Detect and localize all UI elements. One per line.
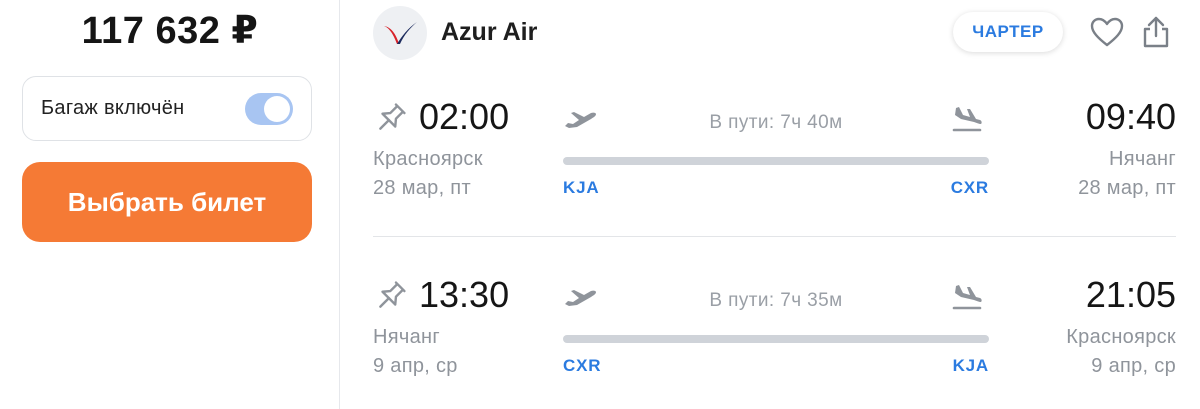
baggage-toggle[interactable]	[245, 92, 293, 125]
airline-logo-icon	[373, 6, 427, 60]
departure-airport-code[interactable]: CXR	[563, 356, 601, 376]
departure-date: 9 апр, ср	[373, 355, 458, 377]
flight-details: Azur Air ЧАРТЕР 02:00 Красноярск 28 мар,…	[341, 0, 1200, 409]
arrival-city: Красноярск	[1066, 326, 1176, 348]
baggage-label: Багаж включён	[41, 97, 185, 119]
arrival-city: Нячанг	[1109, 148, 1176, 170]
departure-time: 13:30	[419, 274, 510, 315]
pin-icon[interactable]	[373, 278, 409, 314]
flight-duration: В пути: 7ч 35м	[709, 290, 843, 311]
arrival-airport-code[interactable]: KJA	[953, 356, 989, 376]
arrival-airport-code[interactable]: CXR	[951, 178, 989, 198]
departure-airport-code[interactable]: KJA	[563, 178, 599, 198]
departure-city: Красноярск	[373, 148, 483, 170]
route-line	[563, 335, 989, 343]
charter-badge: ЧАРТЕР	[953, 12, 1063, 52]
flight-segment-return[interactable]: 13:30 Нячанг 9 апр, ср В пути: 7ч 35м CX…	[373, 270, 1176, 409]
heart-icon[interactable]	[1087, 12, 1127, 52]
share-icon[interactable]	[1136, 12, 1176, 52]
offer-panel: 117 632 ₽ Багаж включён Выбрать билет	[0, 0, 340, 409]
segment-divider	[373, 236, 1176, 237]
flight-duration: В пути: 7ч 40м	[709, 112, 843, 133]
departure-time: 02:00	[419, 96, 510, 137]
flight-segment-outbound[interactable]: 02:00 Красноярск 28 мар, пт В пути: 7ч 4…	[373, 92, 1176, 232]
pin-icon[interactable]	[373, 100, 409, 136]
arrival-date: 9 апр, ср	[1091, 355, 1176, 377]
departure-date: 28 мар, пт	[373, 177, 471, 199]
landing-icon	[951, 106, 983, 134]
landing-icon	[951, 284, 983, 312]
airline-name: Azur Air	[441, 18, 538, 46]
departure-city: Нячанг	[373, 326, 440, 348]
arrival-date: 28 мар, пт	[1078, 177, 1176, 199]
select-ticket-button[interactable]: Выбрать билет	[22, 162, 312, 242]
ticket-price: 117 632 ₽	[81, 10, 259, 52]
baggage-option[interactable]: Багаж включён	[22, 76, 312, 141]
toggle-knob	[264, 95, 290, 122]
arrival-time: 09:40	[1085, 96, 1176, 137]
route-line	[563, 157, 989, 165]
arrival-time: 21:05	[1085, 274, 1176, 315]
